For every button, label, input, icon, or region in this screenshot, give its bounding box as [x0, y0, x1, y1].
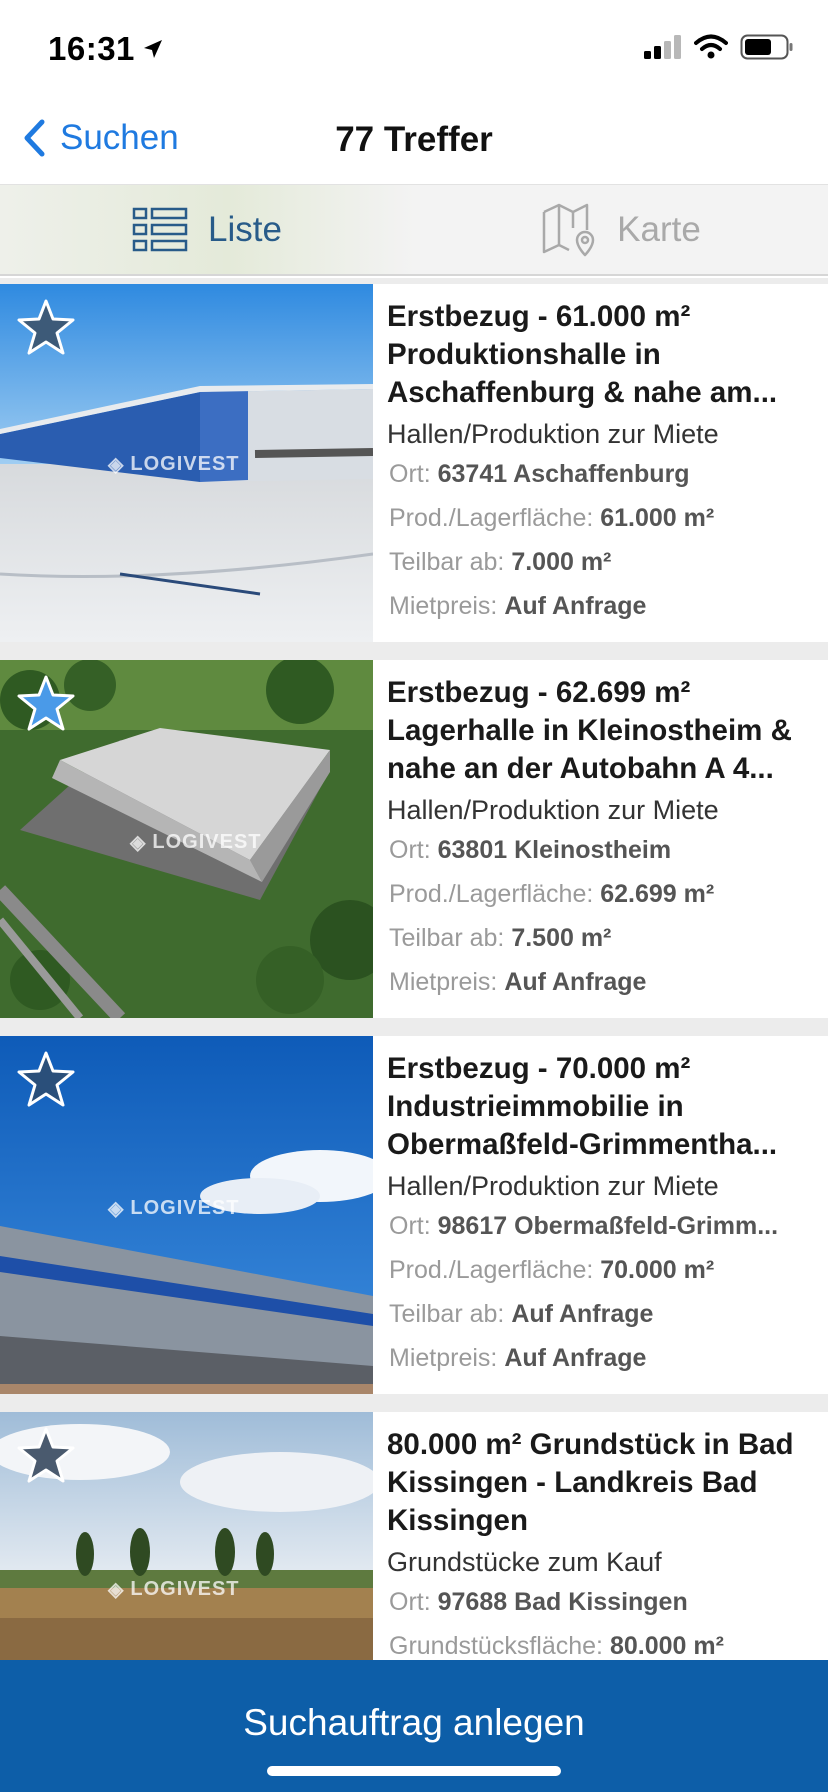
watermark-logo: ◈ LOGIVEST — [108, 1578, 240, 1601]
star-icon[interactable] — [16, 298, 76, 356]
listing-detail-row: Mietpreis: Auf Anfrage — [389, 1344, 647, 1372]
watermark-icon: ◈ — [108, 1198, 125, 1220]
create-search-order-button[interactable]: Suchauftrag anlegen — [0, 1660, 828, 1792]
listing-list[interactable]: ◈ LOGIVEST Erstbezug - 61.000 m² Produkti… — [0, 278, 828, 1660]
listing-type: Hallen/Produktion zur Miete — [387, 419, 719, 449]
listing-title: Erstbezug - 70.000 m² Industrieimmobilie… — [387, 1052, 778, 1161]
list-icon — [132, 207, 188, 251]
star-icon[interactable] — [16, 674, 76, 732]
listing-photo: ◈ LOGIVEST — [0, 1036, 373, 1394]
home-indicator — [267, 1766, 561, 1776]
listing-detail-row: Mietpreis: Auf Anfrage — [389, 592, 647, 620]
listing-type: Grundstücke zum Kauf — [387, 1547, 662, 1577]
tab-liste-label: Liste — [208, 209, 282, 249]
listing-type: Hallen/Produktion zur Miete — [387, 1171, 719, 1201]
status-bar: 16:31 — [0, 0, 828, 100]
listing-title: Erstbezug - 62.699 m² Lagerhalle in Klei… — [387, 676, 792, 785]
listing-item[interactable]: ◈ LOGIVEST Erstbezug - 61.000 m² Produkti… — [0, 284, 828, 642]
page-title: 77 Treffer — [335, 120, 493, 159]
tab-liste[interactable]: Liste — [0, 185, 414, 274]
star-icon[interactable] — [16, 1050, 76, 1108]
listing-detail-row: Ort: 63741 Aschaffenburg — [389, 460, 690, 488]
listing-info: Erstbezug - 70.000 m² Industrieimmobilie… — [373, 1036, 828, 1394]
listing-detail-row: Ort: 97688 Bad Kissingen — [389, 1588, 688, 1616]
listing-detail-row: Teilbar ab: Auf Anfrage — [389, 1300, 654, 1328]
listing-info: Erstbezug - 62.699 m² Lagerhalle in Klei… — [373, 660, 828, 1018]
navigation-bar: Suchen 77 Treffer — [0, 100, 828, 184]
listing-info: 80.000 m² Grundstück in Bad Kissingen - … — [373, 1412, 828, 1660]
listing-detail-row: Prod./Lagerfläche: 62.699 m² — [389, 880, 715, 908]
map-icon — [542, 203, 595, 256]
listing-detail-row: Ort: 63801 Kleinostheim — [389, 836, 672, 864]
listing-item[interactable]: ◈ LOGIVEST Erstbezug - 62.699 m² Lagerhal… — [0, 660, 828, 1018]
listing-photo: ◈ LOGIVEST — [0, 284, 373, 642]
watermark-icon: ◈ — [108, 454, 125, 476]
listing-title: Erstbezug - 61.000 m² Produktionshalle i… — [387, 300, 778, 409]
listing-detail-row: Teilbar ab: 7.000 m² — [389, 548, 612, 576]
watermark-icon: ◈ — [108, 1579, 125, 1601]
tab-karte[interactable]: Karte — [414, 185, 828, 274]
listing-item[interactable]: ◈ LOGIVEST 80.000 m² Grundstück in Bad Ki… — [0, 1412, 828, 1660]
listing-detail-row: Prod./Lagerfläche: 70.000 m² — [389, 1256, 715, 1284]
location-arrow-icon — [143, 40, 162, 58]
create-search-order-label: Suchauftrag anlegen — [243, 1702, 585, 1743]
status-icons — [644, 34, 794, 60]
listing-type: Hallen/Produktion zur Miete — [387, 795, 719, 825]
listing-detail-row: Prod./Lagerfläche: 61.000 m² — [389, 504, 715, 532]
watermark-logo: ◈ LOGIVEST — [108, 453, 240, 476]
status-time-text: 16:31 — [48, 30, 135, 67]
watermark-logo: ◈ LOGIVEST — [130, 831, 262, 854]
listing-info: Erstbezug - 61.000 m² Produktionshalle i… — [373, 284, 828, 642]
listing-title: 80.000 m² Grundstück in Bad Kissingen - … — [387, 1428, 794, 1537]
listing-photo: ◈ LOGIVEST — [0, 660, 373, 1018]
listing-detail-row: Grundstücksfläche: 80.000 m² — [389, 1632, 724, 1660]
tab-karte-label: Karte — [617, 209, 701, 249]
battery-icon — [740, 34, 793, 60]
listing-detail-row: Ort: 98617 Obermaßfeld-Grimm... — [389, 1212, 779, 1240]
watermark-logo: ◈ LOGIVEST — [108, 1197, 240, 1220]
listing-detail-row: Teilbar ab: 7.500 m² — [389, 924, 612, 952]
listing-detail-row: Mietpreis: Auf Anfrage — [389, 968, 647, 996]
status-time: 16:31 — [48, 30, 165, 68]
listing-item[interactable]: ◈ LOGIVEST Erstbezug - 70.000 m² Industri… — [0, 1036, 828, 1394]
watermark-icon: ◈ — [130, 832, 147, 854]
listing-photo: ◈ LOGIVEST — [0, 1412, 373, 1660]
wifi-icon — [694, 34, 728, 59]
star-icon[interactable] — [16, 1426, 76, 1484]
view-tabs: Liste Karte — [0, 184, 828, 276]
cellular-signal-icon — [644, 35, 681, 59]
